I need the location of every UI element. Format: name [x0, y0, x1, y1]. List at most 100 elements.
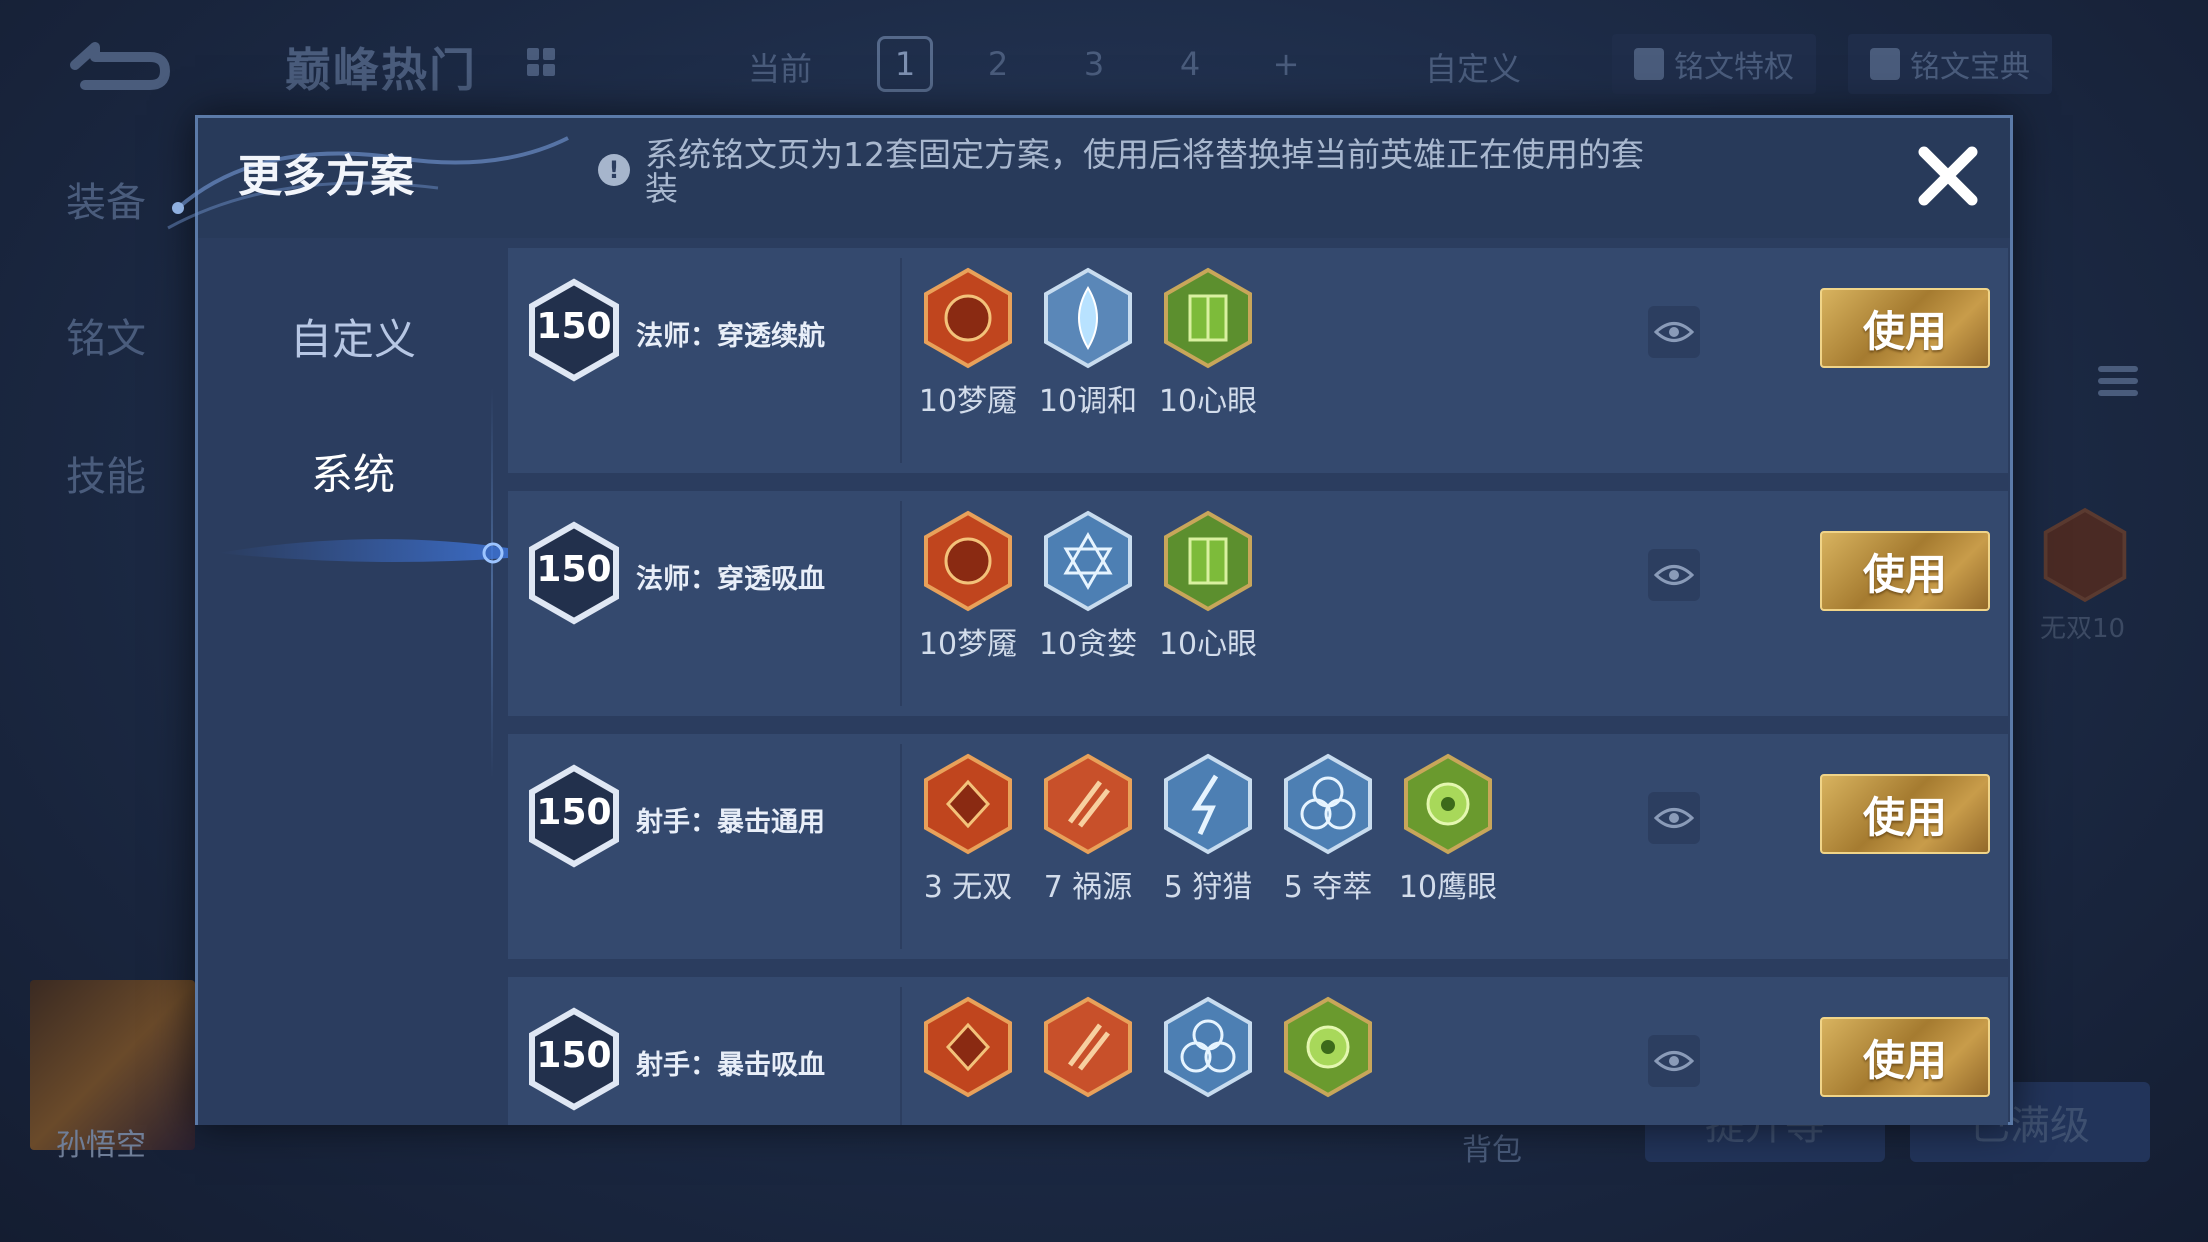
rune-slot[interactable] [1038, 995, 1138, 1099]
rune-slot[interactable]: 10梦魇 [918, 509, 1018, 663]
blue-rune-icon [1284, 753, 1372, 855]
current-label: 当前 [748, 50, 813, 88]
red-rune-icon [924, 267, 1012, 369]
blue-rune-icon [1044, 510, 1132, 612]
rune-slot[interactable]: 10贪婪 [1038, 509, 1138, 663]
row-divider [900, 501, 902, 706]
rune-label: 10心眼 [1158, 627, 1258, 662]
preview-button[interactable] [1648, 549, 1700, 601]
privilege-label: 铭文特权 [1674, 50, 1794, 85]
plan-row: 150 法师：穿透续航 10梦魇 10调和 10心眼 使用 [508, 248, 2008, 473]
rune-slot[interactable]: 5 狩猎 [1158, 752, 1258, 906]
plan-name: 法师：穿透续航 [636, 321, 825, 352]
page-tab-4[interactable]: 4 [1165, 36, 1215, 92]
close-button[interactable] [1908, 136, 1988, 216]
plan-name: 法师：穿透吸血 [636, 564, 825, 595]
book-icon [1870, 48, 1900, 80]
rune-slot[interactable]: 10心眼 [1158, 509, 1258, 663]
blue-rune-icon [1164, 753, 1252, 855]
nav-equipment[interactable]: 装备 [66, 170, 146, 228]
side-item-system[interactable]: 系统 [198, 441, 508, 502]
rune-slot[interactable]: 3 无双 [918, 752, 1018, 906]
rune-label: 10梦魇 [918, 627, 1018, 662]
plan-row: 150 射手：暴击吸血 使用 [508, 977, 2008, 1125]
rune-label: 10梦魇 [918, 384, 1018, 419]
preview-button[interactable] [1648, 306, 1700, 358]
row-divider [900, 258, 902, 463]
eye-icon [1654, 1051, 1694, 1071]
plan-level: 150 [536, 1035, 612, 1076]
side-item-custom[interactable]: 自定义 [198, 306, 508, 367]
blue-rune-icon [1044, 267, 1132, 369]
crown-icon [1634, 48, 1664, 80]
row-divider [900, 987, 902, 1125]
handbook-button[interactable]: 铭文宝典 [1848, 34, 2052, 94]
eye-icon [1654, 322, 1694, 342]
privilege-button[interactable]: 铭文特权 [1612, 34, 1816, 94]
blue-rune-icon [1164, 996, 1252, 1098]
hero-name: 孙悟空 [56, 1128, 146, 1163]
green-rune-icon [1164, 267, 1252, 369]
background-title: 巅峰热门 [285, 43, 477, 97]
rune-label: 10鹰眼 [1398, 870, 1498, 905]
grid-icon[interactable] [527, 48, 557, 78]
rune-slot[interactable] [918, 995, 1018, 1099]
plan-row: 150 法师：穿透吸血 10梦魇 10贪婪 10心眼 使用 [508, 491, 2008, 716]
back-arrow-icon[interactable] [55, 35, 175, 95]
plan-level: 150 [536, 792, 612, 833]
plan-name: 射手：暴击吸血 [636, 1050, 825, 1081]
red-rune-icon [924, 510, 1012, 612]
rune-label: 5 狩猎 [1163, 870, 1253, 905]
plan-level: 150 [536, 306, 612, 347]
modal-title: 更多方案 [238, 151, 414, 202]
red-rune-icon [924, 753, 1012, 855]
bag-label[interactable]: 背包 [1462, 1125, 1522, 1169]
rune-slot[interactable]: 10鹰眼 [1398, 752, 1498, 906]
green-rune-icon [1164, 510, 1252, 612]
use-button[interactable]: 使用 [1820, 531, 1990, 611]
rune-slot[interactable]: 7 祸源 [1038, 752, 1138, 906]
use-button[interactable]: 使用 [1820, 774, 1990, 854]
rune-slot[interactable] [1278, 995, 1378, 1099]
plan-name: 射手：暴击通用 [636, 807, 825, 838]
preview-button[interactable] [1648, 792, 1700, 844]
handbook-label: 铭文宝典 [1910, 50, 2030, 85]
eye-icon [1654, 565, 1694, 585]
eye-icon [1654, 808, 1694, 828]
rune-slot[interactable]: 10心眼 [1158, 266, 1258, 420]
rune-label: 10贪婪 [1038, 627, 1138, 662]
page-tab-3[interactable]: 3 [1069, 36, 1119, 92]
side-menu: 自定义 系统 [198, 238, 508, 1125]
nav-runes[interactable]: 铭文 [66, 306, 146, 364]
rune-label: 7 祸源 [1043, 870, 1133, 905]
menu-icon[interactable] [2098, 360, 2138, 410]
rune-slot[interactable]: 5 夺萃 [1278, 752, 1378, 906]
active-glow [218, 539, 508, 564]
add-page-button[interactable]: + [1261, 36, 1311, 92]
rune-label: 5 夺萃 [1283, 870, 1373, 905]
use-button[interactable]: 使用 [1820, 1017, 1990, 1097]
rune-label: 10心眼 [1158, 384, 1258, 419]
rune-slot[interactable]: 10调和 [1038, 266, 1138, 420]
rune-slot[interactable]: 10梦魇 [918, 266, 1018, 420]
green-rune-icon [1404, 753, 1492, 855]
close-icon [1918, 146, 1978, 206]
info-icon: ! [598, 154, 630, 186]
rune-label: 3 无双 [923, 870, 1013, 905]
plan-level: 150 [536, 549, 612, 590]
background-top-bar: 巅峰热门 当前 1 2 3 4 + 自定义 铭文特权 铭文宝典 [0, 0, 2208, 130]
use-button[interactable]: 使用 [1820, 288, 1990, 368]
custom-label[interactable]: 自定义 [1425, 44, 1521, 90]
nav-skills[interactable]: 技能 [66, 444, 146, 502]
red-rune-icon [1044, 996, 1132, 1098]
plan-list: 150 法师：穿透续航 10梦魇 10调和 10心眼 使用 150 法师：穿透吸… [508, 238, 2008, 1125]
red-rune-icon [1044, 753, 1132, 855]
info-text: 系统铭文页为12套固定方案，使用后将替换掉当前英雄正在使用的套装 [645, 135, 1644, 208]
more-plans-modal: 更多方案 ! 系统铭文页为12套固定方案，使用后将替换掉当前英雄正在使用的套装 … [167, 115, 2013, 1125]
page-tab-1[interactable]: 1 [877, 36, 933, 92]
background-rune-label: 无双10 [2040, 614, 2126, 644]
rune-slot[interactable] [1158, 995, 1258, 1099]
page-tab-2[interactable]: 2 [973, 36, 1023, 92]
preview-button[interactable] [1648, 1035, 1700, 1087]
background-rune-icon [2040, 505, 2130, 605]
